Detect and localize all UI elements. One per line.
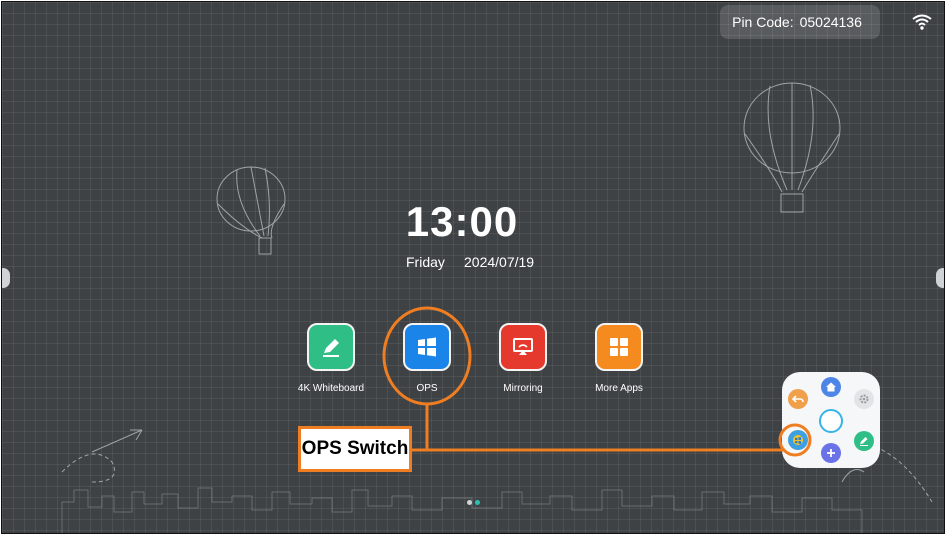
back-icon[interactable] xyxy=(788,389,808,409)
circle-icon[interactable] xyxy=(819,409,843,433)
page-dot-active[interactable] xyxy=(475,500,480,505)
ops-switch-callout: OPS Switch xyxy=(298,426,412,472)
settings-icon[interactable] xyxy=(854,389,874,409)
right-edge-handle[interactable] xyxy=(936,268,944,288)
windows-icon xyxy=(403,323,451,371)
pin-code-label: Pin Code: xyxy=(732,14,794,30)
app-label: More Apps xyxy=(595,383,643,394)
home-icon[interactable] xyxy=(821,377,841,397)
add-icon[interactable] xyxy=(821,443,841,463)
desktop-screen: Pin Code: 05024136 13:00 Friday 2024/07/1… xyxy=(1,1,945,534)
app-4k-whiteboard[interactable]: 4K Whiteboard xyxy=(281,323,381,394)
screen-mirroring-icon xyxy=(499,323,547,371)
app-mirroring[interactable]: Mirroring xyxy=(473,323,573,394)
clock-time: 13:00 xyxy=(405,198,519,245)
ops-switch-icon[interactable] xyxy=(788,430,808,450)
whiteboard-icon[interactable] xyxy=(854,431,874,451)
left-edge-handle[interactable] xyxy=(2,268,10,288)
app-label: 4K Whiteboard xyxy=(297,383,365,394)
pin-code-badge: Pin Code: 05024136 xyxy=(720,5,880,39)
app-ops[interactable]: OPS xyxy=(377,323,477,394)
weekday-label: Friday xyxy=(406,254,445,270)
page-dot[interactable] xyxy=(467,500,472,505)
app-label: Mirroring xyxy=(503,383,543,394)
pin-code-value: 05024136 xyxy=(799,14,862,30)
whiteboard-pen-icon xyxy=(307,323,355,371)
wifi-icon xyxy=(912,14,932,30)
page-indicator xyxy=(467,492,483,510)
date-label: 2024/07/19 xyxy=(464,254,535,270)
app-label: OPS xyxy=(416,383,438,394)
floating-quick-menu xyxy=(782,372,880,468)
app-more-apps[interactable]: More Apps xyxy=(569,323,669,394)
grid-icon xyxy=(595,323,643,371)
